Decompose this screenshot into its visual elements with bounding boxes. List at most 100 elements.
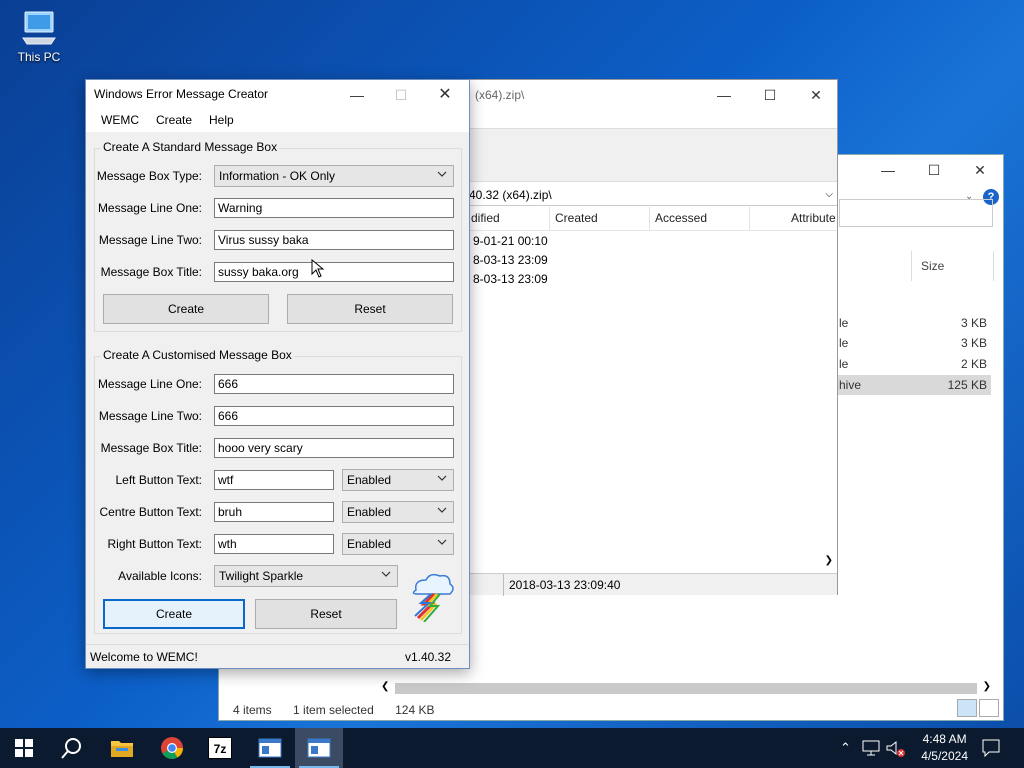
table-row[interactable]: 8-03-13 23:09 (473, 270, 548, 289)
table-row[interactable]: 9-01-21 00:10 (473, 232, 548, 251)
list-item[interactable]: le 3 KB (837, 313, 991, 333)
column-accessed[interactable]: Accessed (655, 211, 707, 225)
rainbow-cloud-icon (412, 573, 454, 622)
left-button-state-select[interactable]: Enabled (342, 469, 454, 491)
maximize-button[interactable]: ☐ (911, 155, 957, 185)
chevron-down-icon (437, 539, 447, 545)
line-one-input[interactable]: Warning (214, 198, 454, 218)
computer-icon (22, 11, 56, 45)
custom-line-two-input[interactable]: 666 (214, 406, 454, 426)
chevron-down-icon (381, 571, 391, 577)
taskbar-wemc[interactable] (295, 728, 343, 768)
standard-create-button[interactable]: Create (103, 294, 269, 324)
search-button[interactable] (48, 728, 96, 768)
left-button-label: Left Button Text: (115, 473, 202, 487)
available-icons-label: Available Icons: (118, 569, 202, 583)
centre-button-input[interactable]: bruh (214, 502, 334, 522)
custom-reset-button[interactable]: Reset (255, 599, 397, 629)
this-pc-label: This PC (17, 50, 61, 64)
path-bar[interactable]: 40.32 (x64).zip\ ⌵ (469, 184, 837, 206)
chrome-icon (161, 737, 183, 759)
explorer-status-bar: 4 items 1 item selected 124 KB (233, 703, 452, 717)
line-two-input[interactable]: Virus sussy baka (214, 230, 454, 250)
centre-button-label: Centre Button Text: (99, 505, 202, 519)
box-title-input[interactable]: sussy baka.org (214, 262, 454, 282)
selected-count: 1 item selected (293, 703, 374, 717)
status-time: 2018-03-13 23:09:40 (509, 578, 621, 592)
taskbar-7zip[interactable]: 7z (196, 728, 244, 768)
menu-bar: WEMC Create Help (86, 108, 469, 132)
custom-title-label: Message Box Title: (100, 441, 202, 455)
archive-status-bar: 2018-03-13 23:09:40 (469, 573, 837, 596)
line-two-label: Message Line Two: (98, 233, 202, 247)
standard-reset-button[interactable]: Reset (287, 294, 453, 324)
minimize-button[interactable]: — (701, 80, 747, 110)
title-bar[interactable]: Windows Error Message Creator — ☐ ✕ (86, 80, 469, 108)
this-pc-desktop-icon[interactable]: This PC (12, 8, 66, 64)
horizontal-scrollbar[interactable]: ❮ ❯ (379, 681, 993, 695)
network-icon[interactable] (862, 740, 880, 756)
large-icons-view-button[interactable] (979, 699, 999, 717)
item-count: 4 items (233, 703, 272, 717)
chevron-down-icon[interactable]: ⌵ (825, 184, 833, 206)
notification-icon[interactable] (982, 739, 1000, 757)
taskbar-window-app[interactable] (246, 728, 294, 768)
taskbar-chrome[interactable] (148, 728, 196, 768)
scroll-right-icon[interactable]: ❯ (983, 681, 991, 692)
minimize-button[interactable]: — (334, 80, 380, 110)
custom-title-input[interactable]: hooo very scary (214, 438, 454, 458)
chevron-down-icon (437, 171, 447, 177)
start-button[interactable] (0, 728, 48, 768)
centre-button-state-select[interactable]: Enabled (342, 501, 454, 523)
selected-size: 124 KB (395, 703, 435, 717)
scroll-right-icon[interactable]: ❯ (825, 555, 833, 566)
scroll-left-icon[interactable]: ❮ (381, 681, 389, 692)
column-created[interactable]: Created (555, 211, 598, 225)
taskbar-file-explorer[interactable] (98, 728, 146, 768)
menu-help[interactable]: Help (209, 113, 234, 127)
size-column-header[interactable]: Size (921, 259, 944, 273)
scrollbar-thumb[interactable] (395, 683, 977, 694)
right-button-label: Right Button Text: (107, 537, 203, 551)
horizontal-scrollbar[interactable]: ❯ (469, 554, 837, 570)
group-title: Create A Customised Message Box (101, 348, 294, 362)
chevron-down-icon (437, 507, 447, 513)
details-view-button[interactable] (957, 699, 977, 717)
custom-create-button[interactable]: Create (103, 599, 245, 629)
custom-line-one-input[interactable]: 666 (214, 374, 454, 394)
clock[interactable]: 4:48 AM 4/5/2024 (921, 731, 968, 765)
search-box[interactable] (839, 199, 993, 227)
right-button-input[interactable]: wth (214, 534, 334, 554)
volume-muted-icon[interactable] (886, 740, 906, 758)
wemc-window[interactable]: Windows Error Message Creator — ☐ ✕ WEMC… (85, 79, 470, 669)
windows-logo-icon (15, 739, 33, 757)
right-button-state-select[interactable]: Enabled (342, 533, 454, 555)
menu-wemc[interactable]: WEMC (101, 113, 139, 127)
left-button-input[interactable]: wtf (214, 470, 334, 490)
minimize-button[interactable]: — (865, 155, 911, 185)
version-label: v1.40.32 (404, 650, 451, 664)
list-item-selected[interactable]: hive 125 KB (837, 375, 991, 395)
list-item[interactable]: le 2 KB (837, 354, 991, 374)
column-attributes[interactable]: Attribute (791, 211, 836, 225)
chevron-up-icon[interactable]: ⌃ (840, 740, 851, 756)
maximize-button[interactable]: ☐ (747, 80, 793, 110)
7zip-icon: 7z (208, 737, 232, 759)
column-modified[interactable]: dified (471, 211, 500, 225)
archive-window[interactable]: (x64).zip\ — ☐ ✕ 40.32 (x64).zip\ ⌵ difi… (468, 79, 839, 596)
clock-date: 4/5/2024 (921, 749, 968, 763)
message-box-type-select[interactable]: Information - OK Only (214, 165, 454, 187)
toolbar (469, 128, 837, 182)
available-icons-select[interactable]: Twilight Sparkle (214, 565, 398, 587)
close-button[interactable]: ✕ (422, 80, 468, 110)
box-title-label: Message Box Title: (100, 265, 202, 279)
list-item[interactable]: le 3 KB (837, 333, 991, 353)
menu-create[interactable]: Create (156, 113, 192, 127)
clock-time: 4:48 AM (922, 732, 967, 746)
group-title: Create A Standard Message Box (101, 140, 280, 154)
table-row[interactable]: 8-03-13 23:09 (473, 251, 548, 270)
message-box-type-label: Message Box Type: (96, 169, 202, 183)
close-button[interactable]: ✕ (957, 155, 1003, 185)
chevron-down-icon (437, 475, 447, 481)
close-button[interactable]: ✕ (793, 80, 839, 110)
